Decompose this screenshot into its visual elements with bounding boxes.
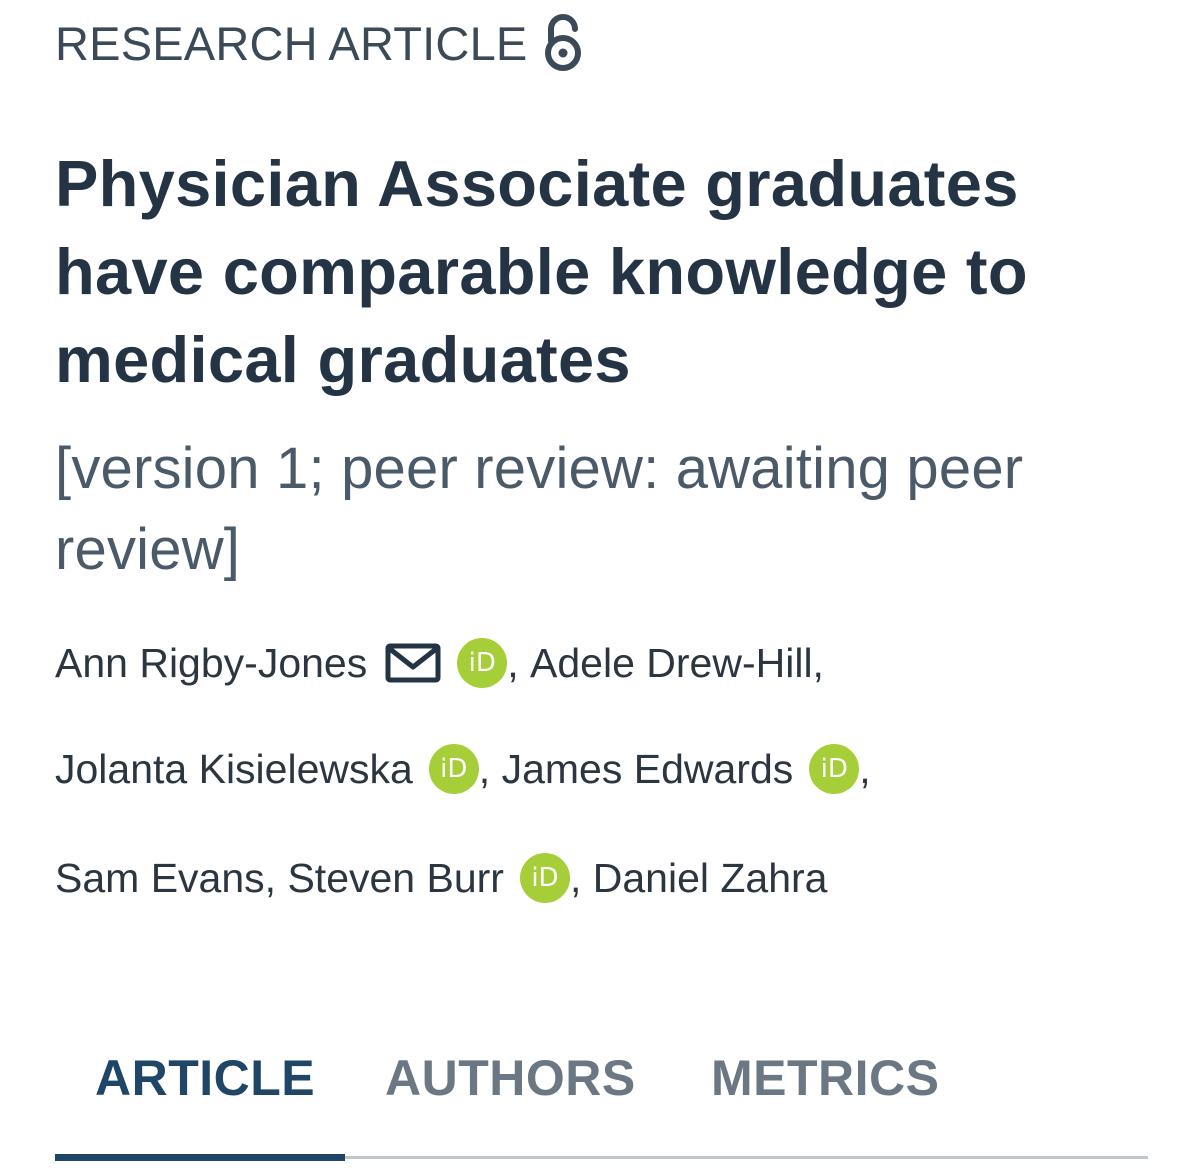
tab-article[interactable]: ARTICLE: [95, 1040, 315, 1115]
version-status: [version 1; peer review: awaiting peer r…: [55, 436, 1024, 582]
mail-icon[interactable]: [385, 643, 441, 683]
author-name[interactable]: Sam Evans: [55, 855, 265, 902]
author-separator: ,: [264, 854, 288, 901]
author-name[interactable]: Steven Burr: [287, 855, 504, 902]
author-separator: ,: [569, 854, 593, 901]
author-name[interactable]: Jolanta Kisielewska: [55, 746, 413, 793]
tab-authors[interactable]: AUTHORS: [385, 1040, 636, 1115]
author-separator: ,: [507, 639, 531, 686]
author-separator: ,: [478, 745, 502, 792]
author-separator: ,: [812, 639, 824, 686]
article-type-label: RESEARCH ARTICLE: [55, 16, 528, 70]
active-tab-indicator: [55, 1154, 345, 1161]
article-type-row: RESEARCH ARTICLE: [55, 12, 585, 74]
orcid-icon[interactable]: iD: [457, 638, 508, 688]
author-line-1: Ann Rigby-Jones iD , Adele Drew-Hill ,: [55, 633, 824, 693]
orcid-icon[interactable]: iD: [809, 744, 860, 794]
article-tabs: ARTICLE AUTHORS METRICS: [55, 1040, 1148, 1165]
author-line-2: Jolanta Kisielewska iD , James Edwards i…: [55, 739, 871, 799]
author-line-3: Sam Evans , Steven Burr iD , Daniel Zahr…: [55, 848, 827, 908]
orcid-icon[interactable]: iD: [428, 744, 479, 794]
open-access-lock-icon: [541, 13, 585, 73]
tab-metrics[interactable]: METRICS: [711, 1040, 940, 1115]
author-name[interactable]: James Edwards: [502, 746, 794, 793]
author-name[interactable]: Ann Rigby-Jones: [55, 640, 367, 687]
author-separator: ,: [859, 745, 871, 792]
article-title: Physician Associate graduates have compa…: [55, 147, 1028, 396]
orcid-icon[interactable]: iD: [519, 853, 570, 903]
author-name[interactable]: Adele Drew-Hill: [530, 640, 813, 687]
author-name[interactable]: Daniel Zahra: [593, 855, 828, 902]
